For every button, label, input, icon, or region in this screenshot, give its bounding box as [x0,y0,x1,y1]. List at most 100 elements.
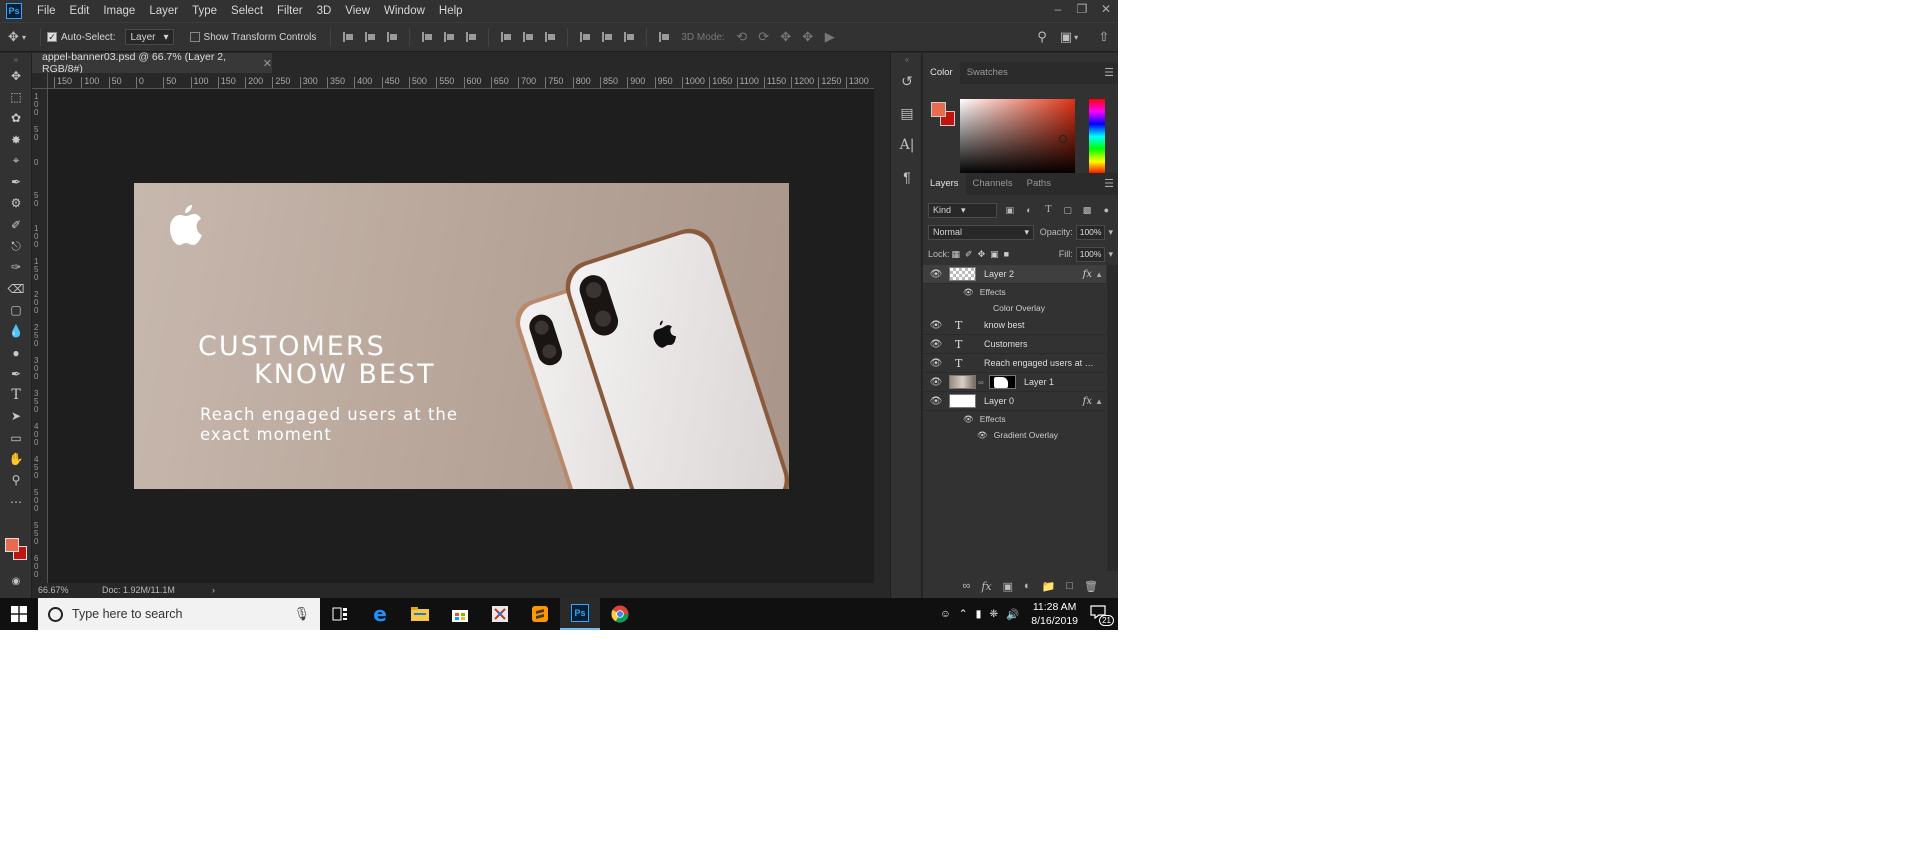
effects-row[interactable]: 👁 Effects [923,411,1106,427]
collapse-panels-icon[interactable]: « [891,53,923,65]
zoom-tool-icon[interactable]: ⚲ [0,470,32,491]
foreground-color-swatch[interactable] [5,538,19,552]
rectangle-tool-icon[interactable]: ▭ [0,427,32,448]
lock-position-icon[interactable]: ✥ [978,249,986,260]
menu-layer[interactable]: Layer [142,0,185,22]
type-tool-icon[interactable]: T [0,384,32,405]
eraser-tool-icon[interactable]: ⌫ [0,278,32,299]
lasso-tool-icon[interactable]: ✿ [0,108,32,129]
align-horizontal-center-icon[interactable] [441,30,457,44]
color-picker-cursor[interactable] [1059,135,1067,143]
chevron-down-icon[interactable]: ▾ [1108,249,1113,260]
paragraph-panel-icon[interactable]: ¶ [891,161,923,193]
link-layers-icon[interactable]: ∞ [962,580,970,592]
distribute-bottom-icon[interactable] [542,30,558,44]
photoshop-taskbar-icon[interactable]: Ps [560,598,600,630]
eyedropper-tool-icon[interactable]: ✒ [0,171,32,192]
layer-mask-thumbnail[interactable] [989,375,1016,389]
taskbar-search[interactable]: Type here to search 🎙 [38,598,320,630]
sublime-text-icon[interactable] [520,598,560,630]
move-tool-preset-icon[interactable]: ✥ ▾ [0,29,34,45]
chevron-down-icon[interactable]: ▾ [1108,227,1113,238]
distribute-right-icon[interactable] [621,30,637,44]
color-panel-foreground-swatch[interactable] [931,102,946,117]
lock-artboard-icon[interactable]: ▣ [990,249,999,260]
visibility-eye-icon[interactable]: 👁 [977,430,988,441]
microphone-icon[interactable]: 🎙 [293,606,320,622]
layer-row-know-best[interactable]: 👁 T know best [923,316,1106,335]
move-tool-icon[interactable]: ✥ [0,65,32,86]
windows-start-icon[interactable] [0,598,38,630]
banner-artwork[interactable]: CUSTOMERS KNOW BEST Reach engaged users … [134,183,789,489]
roll-3d-icon[interactable]: ⟳ [753,29,775,45]
lock-transparent-pixels-icon[interactable]: ▦ [952,249,961,260]
crop-tool-icon[interactable]: ⌖ [0,150,32,171]
visibility-eye-icon[interactable]: 👁 [963,414,974,425]
distribute-top-icon[interactable] [498,30,514,44]
vertical-ruler[interactable]: 100 50 0 50 100 150 200 250 300 350 400 450 500 550 60… [32,89,48,583]
chrome-browser-icon[interactable] [600,598,640,630]
file-explorer-icon[interactable] [400,598,440,630]
filter-adjustment-icon[interactable]: ◐ [1022,205,1035,215]
effect-row-gradient-overlay[interactable]: 👁 Gradient Overlay [923,427,1106,443]
snipping-tool-icon[interactable] [480,598,520,630]
layers-scrollbar[interactable] [1107,265,1118,571]
more-tools-icon[interactable]: ⋯ [0,491,32,512]
tab-color[interactable]: Color [923,62,960,84]
battery-icon[interactable]: ▮ [976,608,982,620]
restore-icon[interactable]: ❐ [1070,0,1094,18]
fx-icon[interactable]: fx [1083,396,1092,407]
add-mask-icon[interactable]: ▣ [1003,580,1013,593]
auto-select-checkbox[interactable]: ✓ [47,32,57,42]
menu-image[interactable]: Image [96,0,142,22]
show-transform-checkbox[interactable] [189,32,200,42]
slide-3d-icon[interactable]: ✥ [797,29,819,45]
document-tab[interactable]: appel-banner03.psd @ 66.7% (Layer 2, RGB… [32,51,272,75]
mask-link-icon[interactable]: ∞ [978,378,986,387]
quick-selection-tool-icon[interactable]: ✸ [0,129,32,150]
taskbar-clock[interactable]: 11:28 AM 8/16/2019 [1031,600,1078,628]
lock-image-pixels-icon[interactable]: ✐ [965,249,973,260]
volume-icon[interactable]: 🔊 [1006,608,1019,621]
filter-smart-object-icon[interactable]: ▩ [1080,205,1093,216]
new-layer-icon[interactable]: □ [1066,580,1073,592]
menu-filter[interactable]: Filter [270,0,310,22]
menu-view[interactable]: View [338,0,377,22]
gradient-tool-icon[interactable]: ▢ [0,299,32,320]
clone-stamp-tool-icon[interactable]: ⎋ [0,235,32,256]
vertical-scrollbar[interactable] [874,73,888,583]
task-view-icon[interactable] [320,598,360,630]
delete-layer-icon[interactable]: 🗑 [1084,580,1098,593]
edge-browser-icon[interactable]: e [360,598,400,630]
layer-row-layer-2[interactable]: 👁 Layer 2 fx ▲ [923,265,1106,284]
quick-mask-icon[interactable]: ◉ [0,571,32,592]
menu-type[interactable]: Type [185,0,224,22]
visibility-eye-icon[interactable]: 👁 [923,377,949,388]
visibility-eye-icon[interactable]: 👁 [923,358,949,369]
menu-select[interactable]: Select [224,0,270,22]
hue-slider[interactable] [1089,99,1105,174]
filter-kind-dropdown[interactable]: Kind ▾ [928,202,998,218]
search-icon[interactable]: ⚲ [1033,29,1051,45]
action-center-icon[interactable]: 21 [1090,605,1114,626]
pen-tool-icon[interactable]: ✒ [0,363,32,384]
panel-menu-icon[interactable]: ☰ [1104,66,1114,79]
menu-edit[interactable]: Edit [63,0,97,22]
tab-paths[interactable]: Paths [1020,173,1058,195]
new-adjustment-layer-icon[interactable]: ◐ [1024,580,1031,592]
menu-window[interactable]: Window [377,0,432,22]
align-vertical-center-icon[interactable] [362,30,378,44]
blur-tool-icon[interactable]: 💧 [0,321,32,342]
visibility-eye-icon[interactable]: 👁 [963,287,974,298]
orbit-3d-icon[interactable]: ⟲ [731,29,753,45]
align-right-icon[interactable] [463,30,479,44]
menu-help[interactable]: Help [432,0,470,22]
filter-shape-icon[interactable]: ▢ [1061,205,1074,216]
auto-select-target-dropdown[interactable]: Layer ▾ [125,29,174,45]
filter-type-icon[interactable]: T [1042,205,1055,215]
tab-layers[interactable]: Layers [923,173,966,195]
filter-pixel-icon[interactable]: ▣ [1003,205,1016,216]
tab-channels[interactable]: Channels [966,173,1020,195]
visibility-eye-icon[interactable]: 👁 [923,339,949,350]
lock-all-icon[interactable]: ■ [1004,249,1009,260]
